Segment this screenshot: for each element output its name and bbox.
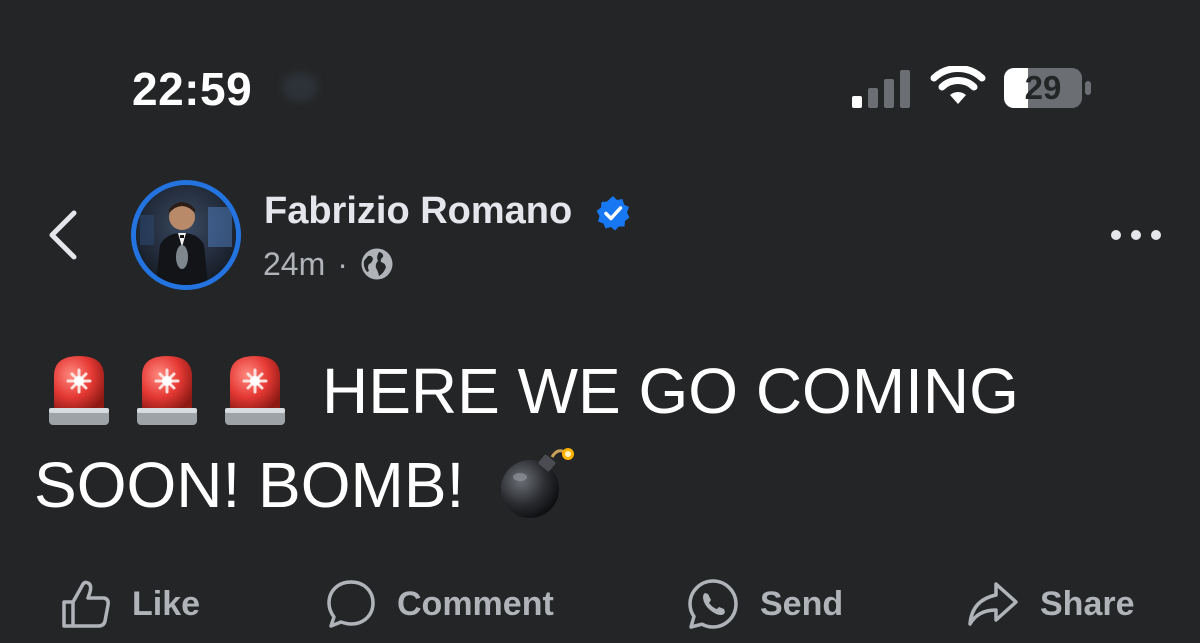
- post-text-line-1: HERE WE GO COMING: [322, 355, 1019, 427]
- comment-bubble-icon: [327, 580, 375, 628]
- like-button[interactable]: Like: [60, 575, 200, 633]
- status-indicator: [282, 72, 318, 102]
- post-text-line-2: SOON! BOMB!: [34, 449, 465, 521]
- share-arrow-icon: [968, 582, 1018, 626]
- post-body: HERE WE GO COMING SOON! BOMB!: [34, 344, 1164, 532]
- avatar[interactable]: [131, 180, 241, 290]
- comment-button[interactable]: Comment: [325, 575, 554, 633]
- send-label: Send: [760, 584, 844, 623]
- rotating-light-emoji-icon: [137, 356, 197, 426]
- verified-badge-icon: [596, 196, 630, 231]
- share-button[interactable]: Share: [966, 575, 1135, 633]
- post-meta: 24m ·: [263, 242, 394, 286]
- status-time: 22:59: [132, 63, 253, 115]
- whatsapp-icon: [688, 579, 738, 629]
- comment-label: Comment: [397, 584, 554, 623]
- wifi-icon: [930, 66, 986, 104]
- meta-separator: ·: [337, 245, 348, 282]
- cellular-signal-icon: [852, 70, 910, 108]
- more-options-icon[interactable]: [1108, 222, 1164, 248]
- emoji-group: [46, 352, 288, 428]
- post-timestamp[interactable]: 24m: [263, 246, 325, 283]
- globe-icon[interactable]: [360, 247, 394, 281]
- bomb-emoji-icon: [501, 448, 575, 519]
- share-label: Share: [1040, 584, 1135, 623]
- back-chevron-icon[interactable]: [40, 205, 90, 265]
- battery-level: 29: [1024, 69, 1062, 106]
- send-button[interactable]: Send: [686, 575, 843, 633]
- avatar-image: [136, 185, 236, 285]
- thumbs-up-icon: [62, 580, 110, 628]
- rotating-light-emoji-icon: [225, 356, 285, 426]
- like-label: Like: [132, 584, 201, 623]
- author-name[interactable]: Fabrizio Romano: [264, 190, 572, 233]
- rotating-light-emoji-icon: [49, 356, 109, 426]
